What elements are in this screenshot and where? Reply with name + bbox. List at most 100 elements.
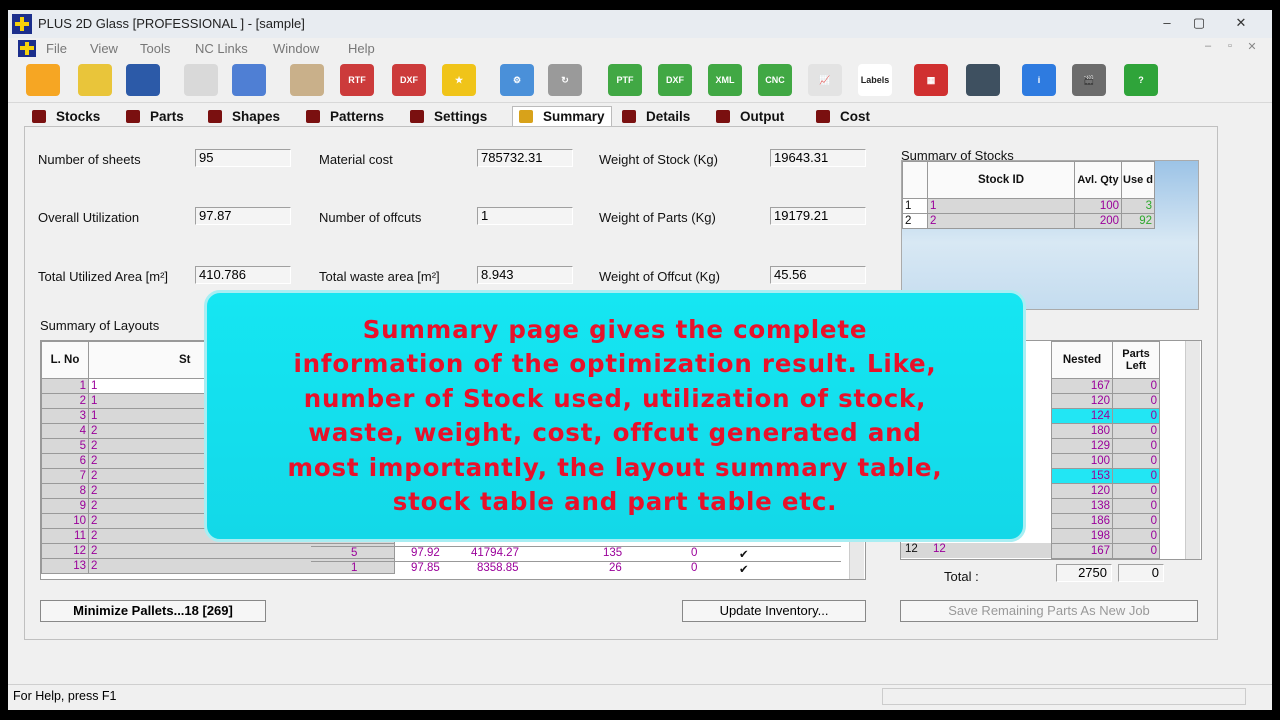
menu-nc-links[interactable]: NC Links xyxy=(195,41,248,56)
stocks-header-avl[interactable]: Avl. Qty xyxy=(1074,161,1122,199)
patterns-icon xyxy=(306,110,320,123)
shapes-icon xyxy=(208,110,222,123)
mdi-close-button[interactable]: ✕ xyxy=(1242,40,1262,56)
stock-weight-label: Weight of Stock (Kg) xyxy=(599,152,718,167)
table-row[interactable]: 100 0 xyxy=(1051,453,1160,469)
chart-icon[interactable]: 📈 xyxy=(808,64,842,96)
parts-weight-label: Weight of Parts (Kg) xyxy=(599,210,716,225)
table-row[interactable]: 186 0 xyxy=(1051,513,1160,529)
tab-parts[interactable]: Parts xyxy=(126,109,184,124)
tab-details[interactable]: Details xyxy=(622,109,690,124)
help-icon[interactable]: ? xyxy=(1124,64,1158,96)
parts-scrollbar[interactable] xyxy=(1185,341,1200,559)
offcut-weight-label: Weight of Offcut (Kg) xyxy=(599,269,720,284)
table-row[interactable]: 120 0 xyxy=(1051,393,1160,409)
export-cnc-icon[interactable]: CNC xyxy=(758,64,792,96)
grid-icon[interactable]: ▦ xyxy=(914,64,948,96)
tab-patterns[interactable]: Patterns xyxy=(306,109,384,124)
update-inventory-button[interactable]: Update Inventory... xyxy=(682,600,866,622)
labels-icon[interactable]: Labels xyxy=(858,64,892,96)
parts-icon xyxy=(126,110,140,123)
layouts-header-lno[interactable]: L. No xyxy=(41,341,89,379)
video-icon[interactable]: 🎬 xyxy=(1072,64,1106,96)
tab-settings[interactable]: Settings xyxy=(410,109,487,124)
tab-output[interactable]: Output xyxy=(716,109,784,124)
stock-weight-value: 19643.31 xyxy=(770,149,866,167)
callout-line: number of Stock used, utilization of sto… xyxy=(303,383,927,413)
stocks-header-id[interactable]: Stock ID xyxy=(927,161,1075,199)
table-row[interactable]: 167 0 xyxy=(1051,378,1160,394)
document-icon xyxy=(18,40,36,57)
tab-cost[interactable]: Cost xyxy=(816,109,870,124)
stocks-header-index xyxy=(902,161,928,199)
menu-tools[interactable]: Tools xyxy=(140,41,170,56)
mdi-minimize-button[interactable]: – xyxy=(1198,40,1218,56)
reload-icon[interactable]: ↻ xyxy=(548,64,582,96)
gear-icon[interactable]: ⚙ xyxy=(500,64,534,96)
table-row[interactable]: 2 2 200 92 xyxy=(902,213,1155,229)
checkbox-checked[interactable]: ✔ xyxy=(739,562,749,576)
tab-summary[interactable]: Summary xyxy=(512,106,612,127)
menu-help[interactable]: Help xyxy=(348,41,375,56)
callout-text: Summary page gives the complete informati… xyxy=(274,313,957,520)
table-row[interactable]: 5 97.92 41794.27 135 0 ✔ xyxy=(311,546,841,562)
star-icon[interactable]: ★ xyxy=(442,64,476,96)
total-nested-value: 2750 xyxy=(1056,564,1112,582)
checkbox-checked[interactable]: ✔ xyxy=(739,547,749,561)
table-row[interactable]: 129 0 xyxy=(1051,438,1160,454)
table-row[interactable]: 198 0 xyxy=(1051,528,1160,544)
utilization-value: 97.87 xyxy=(195,207,291,225)
table-row[interactable]: 120 0 xyxy=(1051,483,1160,499)
menu-file[interactable]: File xyxy=(46,41,67,56)
menu-window[interactable]: Window xyxy=(273,41,319,56)
export-dxf2-icon[interactable]: DXF xyxy=(658,64,692,96)
mdi-restore-button[interactable]: ▫ xyxy=(1220,40,1240,56)
close-window-button[interactable]: ✕ xyxy=(1228,14,1254,32)
new-icon[interactable] xyxy=(26,64,60,96)
export-ptf-icon[interactable]: PTF xyxy=(608,64,642,96)
table-row[interactable]: 124 0 xyxy=(1051,408,1160,424)
tab-shapes[interactable]: Shapes xyxy=(208,109,280,124)
minimize-pallets-button[interactable]: Minimize Pallets...18 [269] xyxy=(40,600,266,622)
sheets-value: 95 xyxy=(195,149,291,167)
menu-bar: File View Tools NC Links Window Help – ▫… xyxy=(8,38,1272,60)
parts-header-left[interactable]: Parts Left xyxy=(1112,341,1160,379)
toolbar: RTF DXF ★ ⚙ ↻ PTF DXF XML CNC 📈 Labels ▦ i 🎬? xyxy=(8,60,1272,103)
total-label: Total : xyxy=(944,569,979,584)
properties-icon[interactable] xyxy=(184,64,218,96)
material-cost-label: Material cost xyxy=(319,152,393,167)
waste-label: Total waste area [m²] xyxy=(319,269,440,284)
export-xml-icon[interactable]: XML xyxy=(708,64,742,96)
utilization-label: Overall Utilization xyxy=(38,210,140,225)
export-dxf-icon[interactable]: DXF xyxy=(392,64,426,96)
export-rtf-icon[interactable]: RTF xyxy=(340,64,374,96)
layouts-visible-right-cells: 5 97.92 41794.27 135 0 ✔ 1 97.85 8358.85… xyxy=(311,539,841,576)
stocks-header-used[interactable]: Use d xyxy=(1121,161,1155,199)
film-icon[interactable] xyxy=(966,64,1000,96)
palette-icon[interactable] xyxy=(290,64,324,96)
table-row[interactable]: 1 1 100 3 xyxy=(902,198,1155,214)
total-left-value: 0 xyxy=(1118,564,1164,582)
table-row[interactable]: 1 97.85 8358.85 26 0 ✔ xyxy=(311,561,841,577)
save-icon[interactable] xyxy=(126,64,160,96)
check-icon[interactable] xyxy=(232,64,266,96)
callout-line: waste, weight, cost, offcut generated an… xyxy=(308,418,922,447)
save-remaining-parts-button[interactable]: Save Remaining Parts As New Job xyxy=(900,600,1198,622)
table-row[interactable]: 153 0 xyxy=(1051,468,1160,484)
table-row[interactable]: 138 0 xyxy=(1051,498,1160,514)
table-row[interactable]: 12 12 xyxy=(901,543,1051,558)
open-icon[interactable] xyxy=(78,64,112,96)
parts-header-nested[interactable]: Nested xyxy=(1051,341,1113,379)
tab-stocks[interactable]: Stocks xyxy=(32,109,100,124)
table-row[interactable]: 167 0 xyxy=(1051,543,1160,559)
area-label: Total Utilized Area [m²] xyxy=(38,269,169,284)
material-cost-value: 785732.31 xyxy=(477,149,573,167)
waste-value: 8.943 xyxy=(477,266,573,284)
minimize-window-button[interactable]: – xyxy=(1154,14,1180,32)
info-icon[interactable]: i xyxy=(1022,64,1056,96)
table-row[interactable]: 180 0 xyxy=(1051,423,1160,439)
maximize-window-button[interactable]: ▢ xyxy=(1186,14,1212,32)
menu-view[interactable]: View xyxy=(90,41,118,56)
details-icon xyxy=(622,110,636,123)
layouts-summary-title: Summary of Layouts xyxy=(40,318,160,333)
